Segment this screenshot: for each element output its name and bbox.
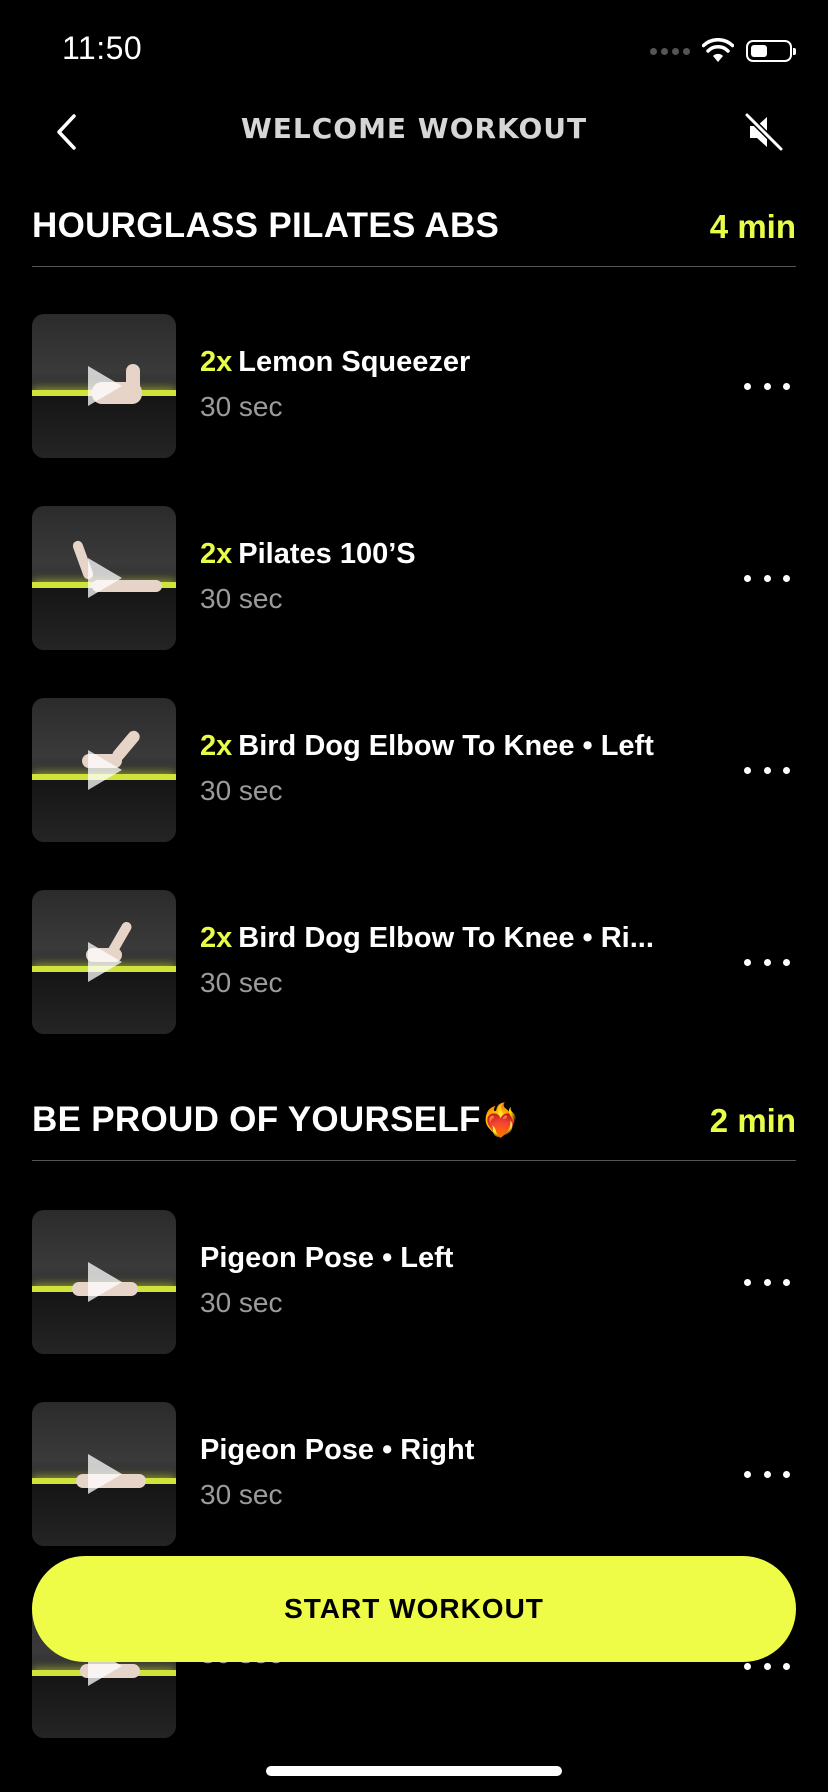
section-header: HOURGLASS PILATES ABS 4 min — [32, 206, 796, 267]
exercise-row[interactable]: 2x Bird Dog Elbow To Knee • Left 30 sec — [32, 698, 802, 842]
exercise-reps: 2x — [200, 922, 233, 954]
exercise-row[interactable]: Pigeon Pose • Right 30 sec — [32, 1402, 802, 1546]
exercise-duration: 30 sec — [200, 775, 283, 806]
exercise-reps: 2x — [200, 538, 233, 570]
exercise-duration: 30 sec — [200, 1287, 283, 1318]
exercise-name: Pigeon Pose • Left — [200, 1242, 454, 1274]
exercise-name: 2x Lemon Squeezer — [200, 346, 471, 378]
back-button[interactable] — [44, 108, 88, 156]
section-duration: 2 min — [709, 1102, 796, 1139]
section-title: BE PROUD OF YOURSELF❤️‍🔥 — [32, 1100, 521, 1139]
play-icon — [88, 750, 122, 790]
cellular-signal-icon — [650, 47, 690, 55]
exercise-duration: 30 sec — [200, 1479, 283, 1510]
more-options-button[interactable] — [744, 1268, 790, 1296]
exercise-name: 2x Bird Dog Elbow To Knee • Left — [200, 730, 654, 762]
wifi-icon — [702, 38, 734, 62]
section-header: BE PROUD OF YOURSELF❤️‍🔥 2 min — [32, 1100, 796, 1161]
play-icon — [88, 1262, 122, 1302]
more-options-button[interactable] — [744, 372, 790, 400]
exercise-row[interactable]: 2x Lemon Squeezer 30 sec — [32, 314, 802, 458]
exercise-video-thumbnail[interactable] — [32, 698, 176, 842]
status-icons — [650, 36, 796, 66]
exercise-name: 2x Pilates 100’S — [200, 538, 416, 570]
exercise-row[interactable]: 2x Pilates 100’S 30 sec — [32, 506, 802, 650]
exercise-row[interactable]: 2x Bird Dog Elbow To Knee • Ri... 30 sec — [32, 890, 802, 1034]
chevron-left-icon — [57, 114, 76, 150]
mute-button[interactable] — [740, 108, 788, 156]
exercise-video-thumbnail[interactable] — [32, 314, 176, 458]
more-options-button[interactable] — [744, 1460, 790, 1488]
play-icon — [88, 558, 122, 598]
exercise-duration: 30 sec — [200, 391, 283, 422]
page-title: WELCOME WORKOUT — [240, 112, 588, 145]
status-bar: 11:50 — [0, 0, 828, 100]
exercise-name: Pigeon Pose • Right — [200, 1434, 475, 1466]
start-workout-button[interactable]: START WORKOUT — [32, 1556, 796, 1662]
more-options-button[interactable] — [744, 948, 790, 976]
play-icon — [88, 942, 122, 982]
battery-icon — [746, 40, 796, 62]
status-time: 11:50 — [62, 30, 143, 66]
exercise-duration: 30 sec — [200, 967, 283, 998]
home-indicator — [266, 1766, 562, 1776]
exercise-video-thumbnail[interactable] — [32, 890, 176, 1034]
battery-fill — [751, 45, 767, 57]
exercise-name: 2x Bird Dog Elbow To Knee • Ri... — [200, 922, 654, 954]
more-options-button[interactable] — [744, 756, 790, 784]
more-options-button[interactable] — [744, 564, 790, 592]
exercise-video-thumbnail[interactable] — [32, 506, 176, 650]
play-icon — [88, 1454, 122, 1494]
exercise-reps: 2x — [200, 346, 233, 378]
speaker-muted-icon — [744, 112, 784, 152]
exercise-video-thumbnail[interactable] — [32, 1402, 176, 1546]
exercise-row[interactable]: Pigeon Pose • Left 30 sec — [32, 1210, 802, 1354]
exercise-video-thumbnail[interactable] — [32, 1210, 176, 1354]
play-icon — [88, 366, 122, 406]
heart-on-fire-icon: ❤️‍🔥 — [480, 1102, 521, 1138]
section-title: HOURGLASS PILATES ABS — [32, 206, 500, 245]
exercise-reps: 2x — [200, 730, 233, 762]
section-duration: 4 min — [709, 208, 796, 245]
nav-bar: WELCOME WORKOUT — [0, 100, 828, 164]
exercise-duration: 30 sec — [200, 583, 283, 614]
